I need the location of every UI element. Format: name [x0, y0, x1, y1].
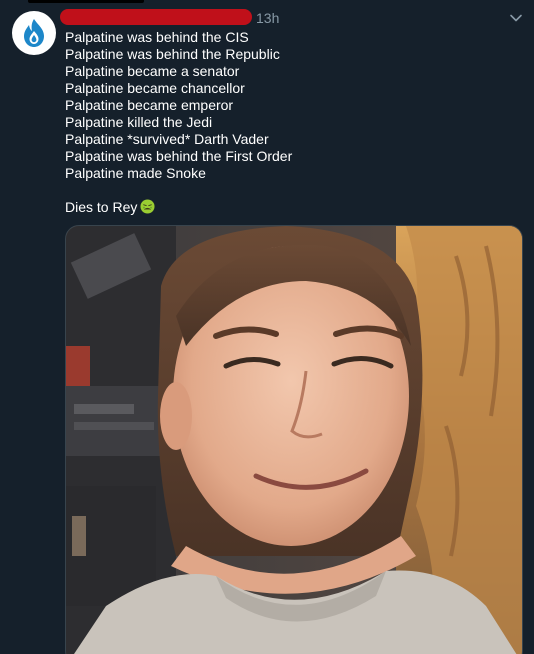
flame-logo-icon — [24, 19, 44, 47]
timestamp[interactable]: 13h — [256, 10, 279, 26]
tweet-line: Palpatine became a senator — [65, 63, 240, 79]
previous-tweet-edge — [28, 0, 144, 3]
tweet-closing-line: Dies to Rey — [65, 199, 515, 216]
tweet-line: Palpatine became emperor — [65, 97, 234, 113]
tweet-line: Palpatine was behind the CIS — [65, 29, 249, 45]
tweet-line: Palpatine was behind the Republic — [65, 46, 280, 62]
tweet-line: Palpatine made Snoke — [65, 165, 206, 181]
tweet-text: Palpatine was behind the CIS Palpatine w… — [65, 29, 515, 216]
tweet-line: Palpatine *survived* Darth Vader — [65, 131, 269, 147]
chevron-down-icon — [510, 14, 522, 22]
redacted-username — [60, 9, 252, 25]
tweet-line: Palpatine was behind the First Order — [65, 148, 293, 164]
photo-illustration — [66, 226, 522, 654]
closing-text: Dies to Rey — [65, 199, 138, 215]
avatar[interactable] — [12, 11, 56, 55]
tweet-photo[interactable] — [65, 225, 523, 654]
tweet[interactable]: 13h Palpatine was behind the CIS Palpati… — [0, 0, 534, 654]
nauseated-face-icon — [140, 199, 155, 214]
tweet-line: Palpatine became chancellor — [65, 80, 245, 96]
tweet-line: Palpatine killed the Jedi — [65, 114, 213, 130]
tweet-menu-button[interactable] — [508, 10, 524, 26]
